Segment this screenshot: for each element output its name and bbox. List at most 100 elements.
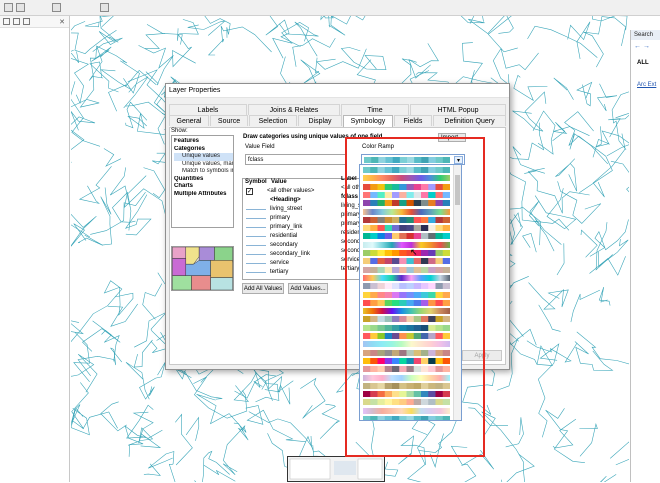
add-values-button[interactable]: Add Values... <box>288 283 328 294</box>
road-line <box>144 33 166 49</box>
road-line <box>71 51 79 63</box>
road-line <box>300 377 326 419</box>
row-value: tertiary <box>270 269 289 275</box>
toc-toolbar: ✕ <box>0 16 69 28</box>
road-line <box>545 408 585 463</box>
tab-fields[interactable]: Fields <box>394 115 432 126</box>
road-line <box>84 16 103 28</box>
layers-icon[interactable] <box>23 18 30 25</box>
road-line <box>193 376 248 419</box>
road-line <box>100 187 112 246</box>
show-item-unique-values-many[interactable]: Unique values, many <box>174 161 233 169</box>
line-symbol[interactable] <box>246 236 266 237</box>
road-line <box>120 60 140 94</box>
tab-definition-query[interactable]: Definition Query <box>433 115 506 126</box>
search-all-filter[interactable]: ALL <box>637 60 649 66</box>
show-item-unique-values[interactable]: Unique values <box>174 153 233 161</box>
dialog-title: Layer Properties <box>166 84 509 98</box>
road-line <box>92 31 123 52</box>
col-value: Value <box>271 179 287 185</box>
row-value: primary <box>270 215 291 221</box>
tab-html-popup[interactable]: HTML Popup <box>410 104 506 115</box>
road-line <box>73 332 90 382</box>
show-item-quantities[interactable]: Quantities <box>174 176 233 184</box>
road-line <box>125 362 150 400</box>
road-line <box>71 353 98 393</box>
checkbox[interactable]: ✓ <box>246 188 253 195</box>
show-item-multiple-attributes[interactable]: Multiple Attributes <box>174 191 233 199</box>
road-line <box>555 158 577 192</box>
row-value: residential <box>270 233 298 239</box>
road-line <box>576 331 629 365</box>
toolbar-icon-1[interactable] <box>4 3 13 12</box>
line-symbol[interactable] <box>246 272 266 273</box>
tab-time[interactable]: Time <box>341 104 409 115</box>
road-line <box>90 192 146 235</box>
tab-labels[interactable]: Labels <box>169 104 247 115</box>
show-item-match-symbols[interactable]: Match to symbols in a <box>174 168 233 176</box>
highlight-annotation-box <box>345 137 485 457</box>
road-line <box>142 283 163 320</box>
road-line <box>526 340 578 363</box>
road-line <box>328 16 366 36</box>
road-line <box>148 451 176 482</box>
road-line <box>133 339 153 368</box>
road-line <box>506 453 535 482</box>
line-symbol[interactable] <box>246 218 266 219</box>
road-line <box>207 25 272 56</box>
add-all-values-button[interactable]: Add All Values <box>242 283 284 294</box>
list-icon[interactable] <box>3 18 10 25</box>
search-panel-title: Search <box>631 30 660 40</box>
road-line <box>513 74 548 102</box>
road-line <box>508 212 522 245</box>
tab-display[interactable]: Display <box>298 115 342 126</box>
value-field-select[interactable]: fclass <box>245 154 347 165</box>
tab-symbology[interactable]: Symbology <box>343 115 393 127</box>
search-nav-arrows[interactable]: ← → <box>634 43 650 50</box>
road-line <box>592 133 626 198</box>
line-symbol[interactable] <box>246 227 266 228</box>
row-value: <all other values> <box>267 188 315 194</box>
tab-joins-relates[interactable]: Joins & Relates <box>248 104 340 115</box>
show-item-features[interactable]: Features <box>174 138 233 146</box>
road-line <box>100 69 132 90</box>
row-value: service <box>270 260 290 266</box>
road-line <box>78 166 112 204</box>
pin-icon[interactable]: ✕ <box>59 18 65 26</box>
road-line <box>589 256 626 276</box>
road-line <box>77 347 123 377</box>
toolbar-icon-3[interactable] <box>52 3 61 12</box>
road-line <box>71 81 101 147</box>
road-line <box>598 287 611 306</box>
road-line <box>71 49 89 105</box>
show-item-charts[interactable]: Charts <box>174 183 233 191</box>
road-line <box>601 130 629 157</box>
road-line <box>71 320 84 335</box>
overview-thumbnail[interactable] <box>287 456 385 482</box>
line-symbol[interactable] <box>246 263 266 264</box>
road-line <box>124 425 163 457</box>
overview-thumbnail-image <box>289 458 383 480</box>
mouse-cursor-icon: ↖ <box>410 247 418 257</box>
road-line <box>576 81 593 107</box>
source-icon[interactable] <box>13 18 20 25</box>
search-arc-link[interactable]: Arc Ext <box>637 82 656 88</box>
show-label: Show: <box>171 128 188 134</box>
tab-source[interactable]: Source <box>210 115 248 126</box>
tab-selection[interactable]: Selection <box>249 115 297 126</box>
toolbar-icon-4[interactable] <box>100 3 109 12</box>
road-line <box>583 16 626 68</box>
road-line <box>552 121 590 142</box>
line-symbol[interactable] <box>246 245 266 246</box>
toolbar-icon-2[interactable] <box>16 3 25 12</box>
line-symbol[interactable] <box>246 254 266 255</box>
tab-general[interactable]: General <box>169 115 209 126</box>
road-line <box>100 401 127 432</box>
road-line <box>185 416 200 441</box>
show-item-categories[interactable]: Categories <box>174 146 233 154</box>
road-line <box>222 425 246 476</box>
road-line <box>570 289 601 323</box>
road-line <box>589 219 629 257</box>
road-line <box>196 394 247 433</box>
line-symbol[interactable] <box>246 209 266 210</box>
